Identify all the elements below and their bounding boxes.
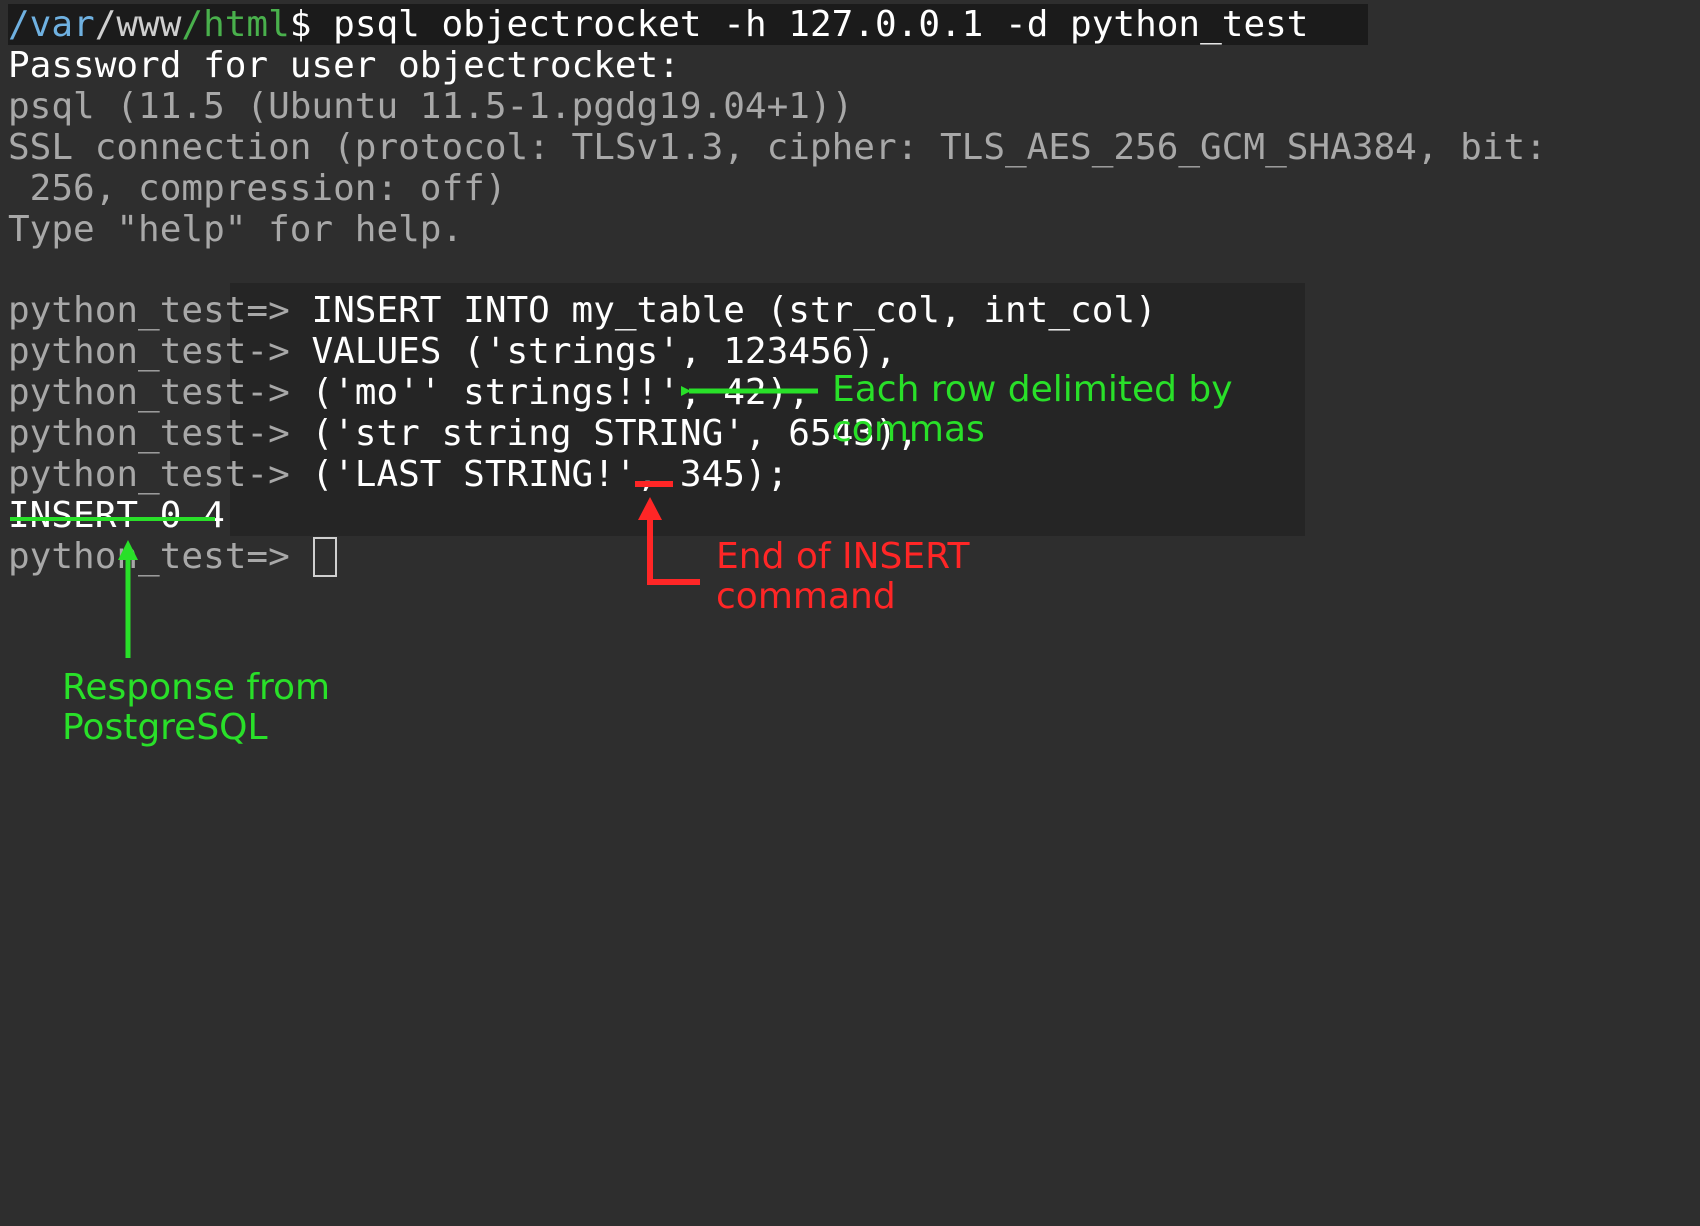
annotation-commas: Each row delimited by commas bbox=[832, 370, 1233, 449]
annotation-text: commas bbox=[832, 409, 985, 450]
sql-text: ('str string STRING', 6543), bbox=[290, 413, 919, 454]
sql-text: ('mo'' strings!!', 42), bbox=[290, 372, 810, 413]
prompt-marker: $ bbox=[290, 4, 312, 45]
path-segment-www: /www bbox=[95, 4, 182, 45]
sql-text: ('LAST STRING!', 345); bbox=[290, 454, 789, 495]
psql-prompt: python_test=> bbox=[8, 536, 311, 577]
path-segment-var: /var bbox=[8, 4, 95, 45]
psql-prompt: python_test-> bbox=[8, 331, 290, 372]
sql-text: INSERT INTO my_table (str_col, int_col) bbox=[290, 290, 1157, 331]
psql-prompt: python_test-> bbox=[8, 454, 290, 495]
password-prompt: Password for user objectrocket: bbox=[8, 45, 1692, 86]
shell-command: psql objectrocket -h 127.0.0.1 -d python… bbox=[311, 4, 1308, 45]
psql-prompt: python_test-> bbox=[8, 372, 290, 413]
psql-prompt: python_test-> bbox=[8, 413, 290, 454]
red-underline bbox=[635, 481, 673, 487]
annotation-text: command bbox=[716, 576, 896, 617]
annotation-response: Response from PostgreSQL bbox=[62, 668, 330, 747]
annotation-text: End of INSERT bbox=[716, 536, 970, 577]
ssl-line-1: SSL connection (protocol: TLSv1.3, ciphe… bbox=[8, 127, 1692, 168]
annotation-text: PostgreSQL bbox=[62, 707, 268, 748]
green-underline bbox=[10, 517, 215, 521]
shell-command-line: /var/www/html$ psql objectrocket -h 127.… bbox=[8, 4, 1692, 45]
annotation-text: Each row delimited by bbox=[832, 369, 1233, 410]
psql-prompt: python_test=> bbox=[8, 290, 290, 331]
insert-response: INSERT 0 4 bbox=[8, 495, 1692, 536]
sql-line-1: python_test=> INSERT INTO my_table (str_… bbox=[8, 290, 1692, 331]
path-segment-html: /html bbox=[181, 4, 289, 45]
sql-line-5: python_test-> ('LAST STRING!', 345); bbox=[8, 454, 1692, 495]
psql-version: psql (11.5 (Ubuntu 11.5-1.pgdg19.04+1)) bbox=[8, 86, 1692, 127]
annotation-end: End of INSERT command bbox=[716, 537, 970, 616]
sql-line-2: python_test-> VALUES ('strings', 123456)… bbox=[8, 331, 1692, 372]
help-hint: Type "help" for help. bbox=[8, 209, 1692, 250]
terminal-window[interactable]: /var/www/html$ psql objectrocket -h 127.… bbox=[0, 0, 1700, 1226]
ssl-line-2: 256, compression: off) bbox=[8, 168, 1692, 209]
sql-text: VALUES ('strings', 123456), bbox=[290, 331, 897, 372]
cursor-icon bbox=[313, 537, 337, 577]
annotation-text: Response from bbox=[62, 667, 330, 708]
